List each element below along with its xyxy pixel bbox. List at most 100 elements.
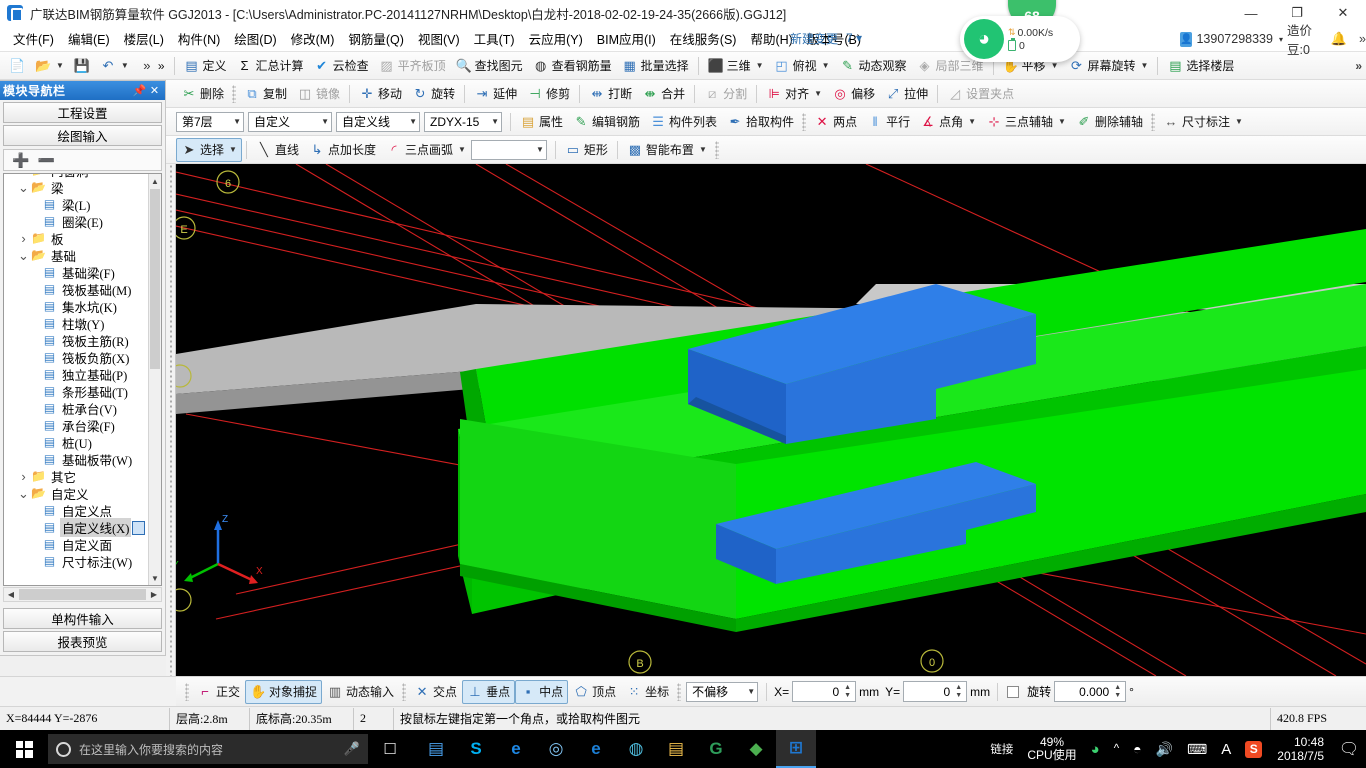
overflow-button[interactable]: »»: [134, 54, 170, 78]
task-view-icon[interactable]: ☐: [368, 730, 412, 768]
single-member-input-button[interactable]: 单构件输入: [3, 608, 162, 629]
tree-item-26[interactable]: ▤ 自定义线(X): [4, 518, 148, 537]
new-button[interactable]: 📄: [4, 54, 30, 78]
chevron-down-icon[interactable]: ▼: [1058, 117, 1066, 126]
rotate-checkbox[interactable]: [1007, 685, 1020, 698]
scroll-thumb[interactable]: [150, 189, 160, 369]
taskbar-spiral-icon[interactable]: ◎: [536, 730, 576, 768]
cloud-toolbar-item-0[interactable]: 新建变更: [790, 30, 838, 47]
ortho-toggle[interactable]: ⌐ 正交: [192, 680, 245, 704]
account-dropdown-icon[interactable]: ▾: [1279, 35, 1283, 44]
taskbar-ie-icon[interactable]: e: [576, 730, 616, 768]
chevron-down-icon[interactable]: ▼: [1235, 117, 1243, 126]
scroll-right-arrow[interactable]: ▶: [147, 590, 161, 599]
close-button[interactable]: ✕: [1320, 0, 1366, 26]
minimize-button[interactable]: —: [1228, 0, 1274, 26]
dimension-button[interactable]: ↔ 尺寸标注 ▼: [1158, 110, 1248, 134]
chevron-down-icon[interactable]: ▼: [968, 117, 976, 126]
select-floor-button[interactable]: ▤ 选择楼层: [1162, 54, 1239, 78]
chevron-down-icon[interactable]: ▼: [458, 145, 466, 154]
pin-icon[interactable]: 📌: [132, 84, 147, 97]
taskbar-explorer-icon[interactable]: ▤: [656, 730, 696, 768]
expand-all-icon[interactable]: ➕: [12, 152, 29, 169]
move-button[interactable]: ✛ 移动: [354, 82, 407, 106]
tray-link-label[interactable]: 链接: [983, 730, 1020, 768]
chevron-down-icon[interactable]: ⌄: [17, 487, 30, 500]
pick-member-button[interactable]: ✒ 拾取构件: [722, 110, 799, 134]
taskbar-ggj-icon[interactable]: ⊞: [776, 730, 816, 768]
save-button[interactable]: 💾: [69, 54, 95, 78]
menu-item-5[interactable]: 修改(M): [284, 26, 342, 51]
two-point-axis-button[interactable]: ✕ 两点: [809, 110, 862, 134]
account-user-id[interactable]: 13907298339: [1196, 32, 1272, 46]
menu-item-2[interactable]: 楼层(L): [117, 26, 171, 51]
menu-item-4[interactable]: 绘图(D): [227, 26, 283, 51]
keyboard-icon[interactable]: ⌨: [1180, 730, 1214, 768]
x-input[interactable]: 0 ▲ ▼: [792, 681, 857, 702]
object-snap-toggle[interactable]: ✋ 对象捕捉: [245, 679, 323, 704]
close-icon[interactable]: ✕: [147, 84, 162, 97]
snap-midpoint[interactable]: ▪ 中点: [515, 679, 569, 704]
volume-icon[interactable]: 🔊: [1149, 730, 1180, 768]
tree-item-17[interactable]: ▤ 独立基础(P): [4, 366, 148, 383]
y-input-spinner[interactable]: ▲ ▼: [953, 684, 964, 700]
rotate-input[interactable]: 0.000 ▲ ▼: [1054, 681, 1127, 702]
menu-item-10[interactable]: BIM应用(I): [590, 26, 663, 51]
rectangle-tool-button[interactable]: ▭ 矩形: [560, 138, 613, 162]
tree-horizontal-scrollbar[interactable]: ◀ ▶: [3, 587, 162, 602]
delete-button[interactable]: ✂ 删除: [176, 82, 229, 106]
dynamic-input-toggle[interactable]: ▥ 动态输入: [322, 680, 399, 704]
snap-vertex[interactable]: ⬠ 顶点: [568, 680, 621, 704]
chevron-right-icon[interactable]: ›: [17, 469, 30, 484]
three-d-button[interactable]: ⬛ 三维 ▼: [703, 54, 769, 78]
toolbar-grip[interactable]: [802, 112, 807, 131]
select-tool-button[interactable]: ➤ 选择 ▼: [176, 137, 242, 162]
tree-item-9[interactable]: › 📁 板: [4, 230, 148, 247]
undo-button[interactable]: ↶ ▼: [95, 54, 134, 78]
network-icon[interactable]: ◓: [1126, 730, 1148, 768]
three-d-scene[interactable]: Z Y X 6 E B 0: [176, 164, 1366, 676]
ime-icon[interactable]: A: [1214, 730, 1238, 768]
point-length-tool-button[interactable]: ↳ 点加长度: [304, 138, 381, 162]
taskbar-chrome-icon[interactable]: ◍: [616, 730, 656, 768]
toolbar-grip[interactable]: [1150, 112, 1155, 131]
break-button[interactable]: ⇹ 打断: [584, 82, 637, 106]
stretch-button[interactable]: ⤢ 拉伸: [880, 82, 933, 106]
chevron-down-icon[interactable]: ▼: [121, 61, 129, 70]
tree-item-25[interactable]: ▤ 自定义点: [4, 502, 148, 519]
project-settings-button[interactable]: 工程设置: [3, 102, 162, 123]
smart-layout-button[interactable]: ▩ 智能布置 ▼: [622, 138, 712, 162]
scroll-up-arrow[interactable]: ▲: [149, 174, 161, 188]
extend-button[interactable]: ⇥ 延伸: [469, 82, 522, 106]
open-button[interactable]: 📂 ▼: [30, 54, 69, 78]
tree-item-15[interactable]: ▤ 筏板主筋(R): [4, 332, 148, 349]
taskbar-edge-icon[interactable]: e: [496, 730, 536, 768]
screen-rotate-button[interactable]: ⟳ 屏幕旋转 ▼: [1063, 54, 1153, 78]
scroll-down-arrow[interactable]: ▼: [149, 571, 161, 585]
snap-coordinate[interactable]: ⁙ 坐标: [621, 680, 674, 704]
line-tool-button[interactable]: ╲ 直线: [251, 138, 304, 162]
account-overflow-icon[interactable]: »: [1359, 32, 1366, 46]
merge-button[interactable]: ⇼ 合并: [637, 82, 690, 106]
top-view-button[interactable]: ◰ 俯视 ▼: [769, 54, 835, 78]
floor-select[interactable]: 第7层 ▼: [176, 111, 244, 132]
taskbar-skype-icon[interactable]: S: [456, 730, 496, 768]
member-select[interactable]: ZDYX-15 ▼: [424, 111, 502, 132]
tray-cpu-usage[interactable]: 49% CPU使用: [1020, 730, 1083, 768]
tree-item-18[interactable]: ▤ 条形基础(T): [4, 383, 148, 400]
tree-item-20[interactable]: ▤ 承台梁(F): [4, 417, 148, 434]
parallel-axis-button[interactable]: ‖ 平行: [862, 110, 915, 134]
category-select[interactable]: 自定义 ▼: [248, 111, 332, 132]
microphone-icon[interactable]: 🎤: [344, 741, 360, 757]
toolbar-grip[interactable]: [185, 682, 189, 701]
tree-item-8[interactable]: ▤ 圈梁(E): [4, 213, 148, 230]
point-angle-button[interactable]: ∡ 点角 ▼: [915, 110, 981, 134]
cloud-toolbar-item-1[interactable]: 7 ▾: [846, 31, 862, 45]
tree-item-12[interactable]: ▤ 筏板基础(M): [4, 281, 148, 298]
taskbar-clock[interactable]: 10:48 2018/7/5: [1269, 735, 1332, 763]
taskbar-glodon-icon[interactable]: G: [696, 730, 736, 768]
tree-item-21[interactable]: ▤ 桩(U): [4, 434, 148, 451]
chevron-down-icon[interactable]: ▼: [1051, 61, 1059, 70]
cloud-check-button[interactable]: ✔ 云检查: [309, 54, 374, 78]
action-center-icon[interactable]: 🗨: [1332, 730, 1366, 768]
